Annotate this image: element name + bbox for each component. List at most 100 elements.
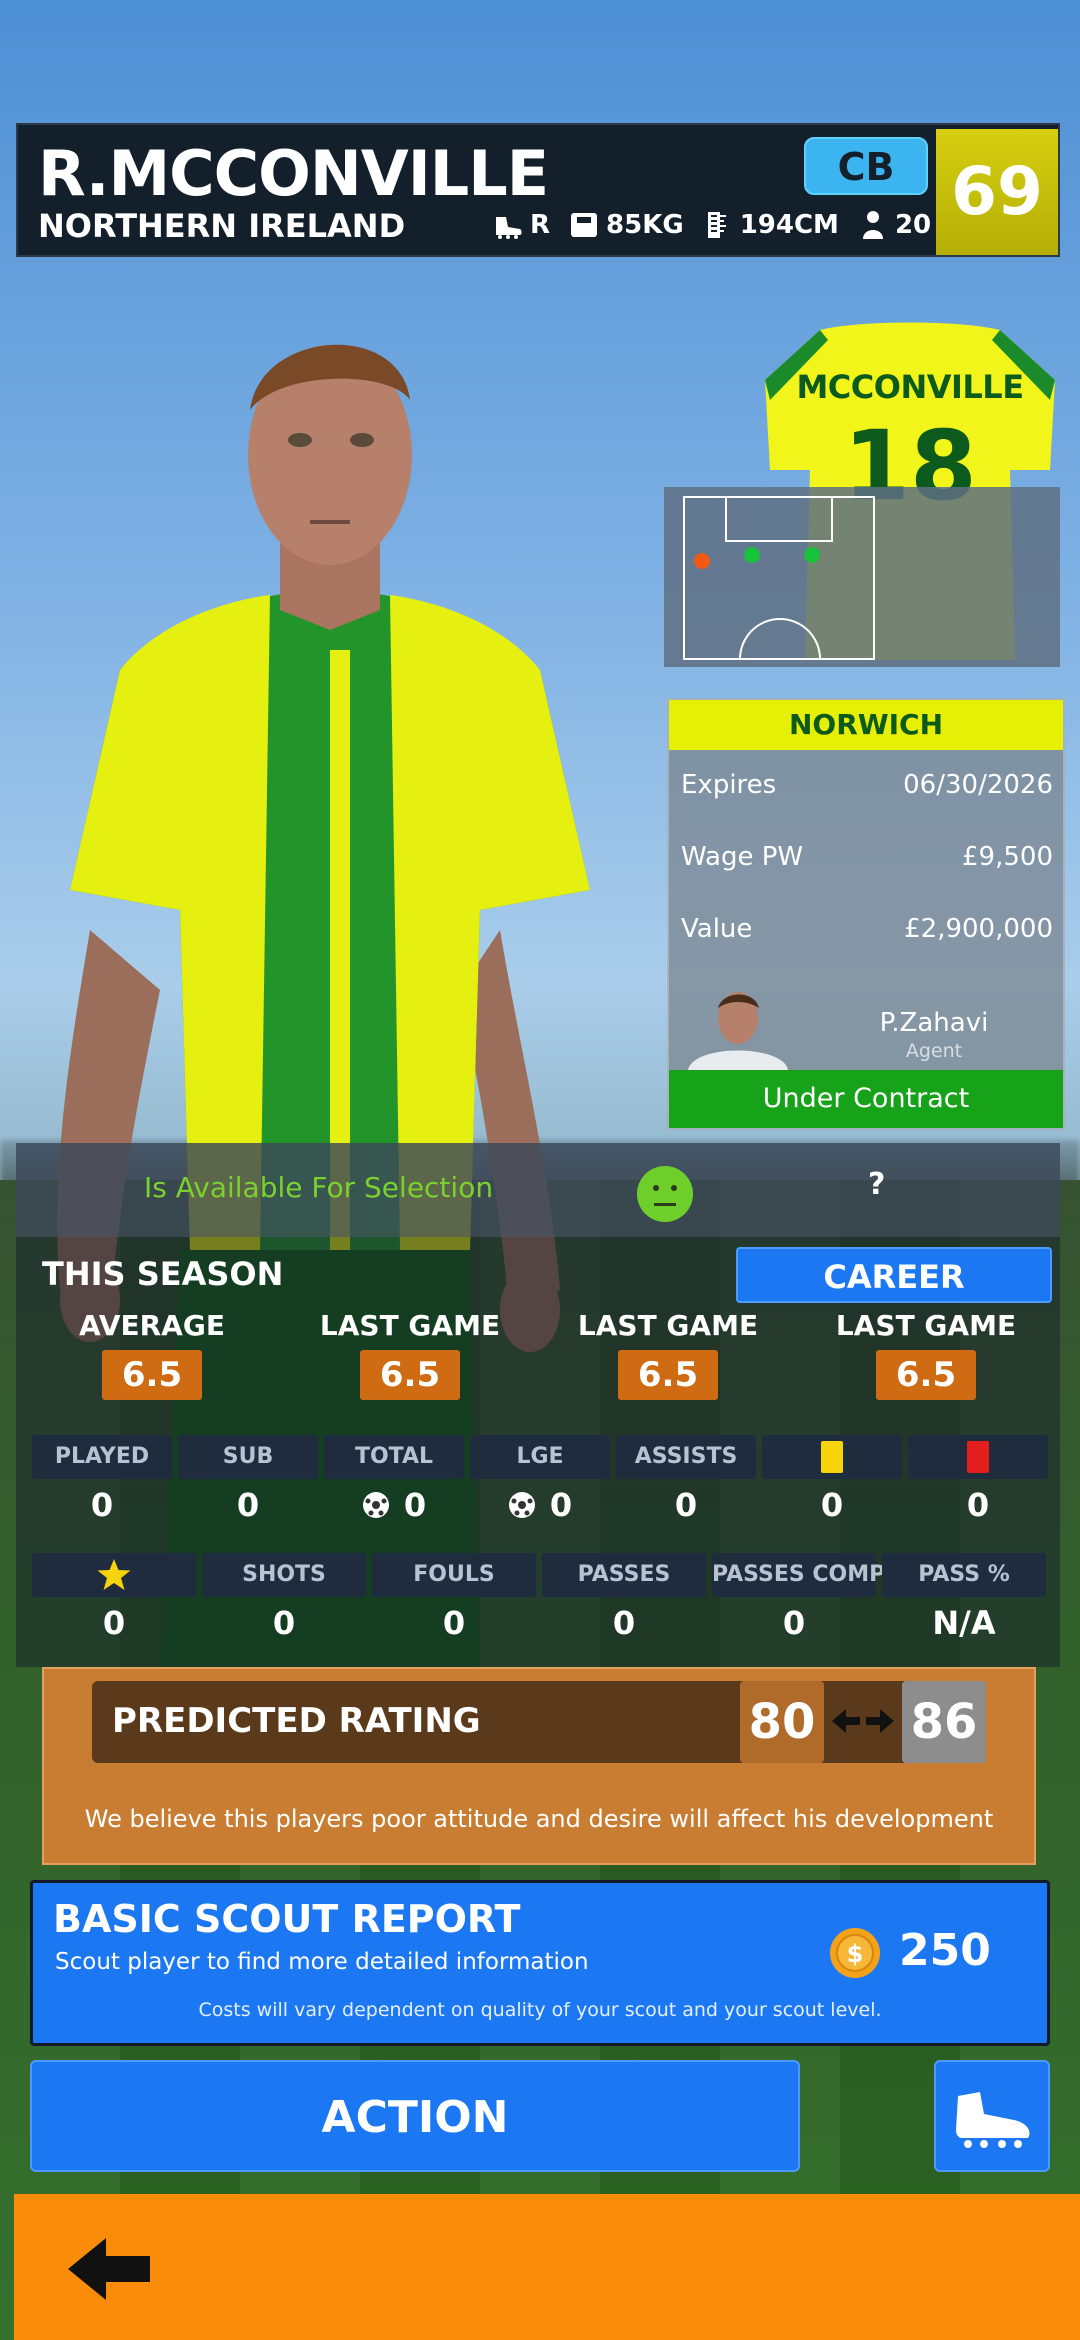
player-name: R.MCCONVILLE: [38, 137, 549, 210]
predicted-rating-low: 80: [740, 1681, 824, 1763]
stat-label: ASSISTS: [616, 1435, 756, 1479]
expires-value: 06/30/2026: [903, 770, 1053, 800]
stat-fouls: FOULS 0: [372, 1553, 536, 1643]
value-row: Value £2,900,000: [681, 914, 1053, 944]
stat-value: 0: [674, 1486, 698, 1524]
stat-value: 0: [612, 1604, 636, 1642]
stat-yellow-cards: 0: [762, 1435, 902, 1525]
stat-shots: SHOTS 0: [202, 1553, 366, 1643]
player-age: 20: [857, 209, 931, 241]
stat-label: PASS %: [882, 1553, 1046, 1597]
stat-played: PLAYED 0: [32, 1435, 172, 1525]
predicted-rating-title: PREDICTED RATING: [112, 1701, 481, 1741]
predicted-rating-bar: PREDICTED RATING 80 86: [92, 1681, 986, 1763]
stats-row-2: 0 SHOTS 0 FOULS 0 PASSES 0 PASSES COMP 0…: [32, 1553, 1046, 1643]
player-nationality: NORTHERN IRELAND: [38, 207, 406, 245]
stat-label: PASSES COMP: [712, 1553, 885, 1597]
wage-row: Wage PW £9,500: [681, 842, 1053, 872]
boots-button[interactable]: [934, 2060, 1050, 2172]
stat-value: 0: [236, 1486, 260, 1524]
rating-last-game: LAST GAME 6.5: [806, 1309, 1046, 1400]
stat-label: FOULS: [372, 1553, 536, 1597]
wage-label: Wage PW: [681, 842, 804, 872]
stat-value: 0: [403, 1486, 427, 1524]
swap-arrows-icon: [832, 1709, 894, 1733]
stat-label: SUB: [178, 1435, 318, 1479]
preferred-foot: R: [492, 209, 550, 241]
position-badge: CB: [804, 137, 928, 195]
stat-label: SHOTS: [202, 1553, 366, 1597]
contract-status-button[interactable]: Under Contract: [669, 1070, 1063, 1128]
scout-report-subtitle: Scout player to find more detailed infor…: [55, 1949, 589, 1975]
rating-value: 6.5: [876, 1350, 976, 1400]
stat-label: LGE: [470, 1435, 610, 1479]
preferred-foot-value: R: [530, 210, 551, 240]
boot-icon: [496, 217, 522, 239]
rating-label: LAST GAME: [835, 1309, 1017, 1342]
star-icon: [97, 1559, 131, 1590]
agent-role: Agent: [905, 1040, 963, 1062]
rating-average: AVERAGE 6.5: [32, 1309, 272, 1400]
ball-icon: [508, 1492, 535, 1518]
rating-value: 6.5: [618, 1350, 718, 1400]
overall-rating-badge: 69: [936, 129, 1058, 255]
position-map: [664, 487, 1060, 667]
stat-label-star: [32, 1553, 196, 1597]
rating-value: 6.5: [360, 1350, 460, 1400]
stat-label-red-card: [908, 1435, 1048, 1479]
position-dot-secondary: [694, 553, 710, 569]
bottom-navigation-bar: [14, 2194, 1080, 2340]
person-icon: [862, 211, 883, 239]
stats-row-1: PLAYED 0 SUB 0 TOTAL 0 LGE 0 ASSISTS 0 0…: [32, 1435, 1048, 1525]
stat-value: 0: [272, 1604, 296, 1642]
rating-last-game: LAST GAME 6.5: [290, 1309, 530, 1400]
player-height: 194CM: [702, 209, 839, 241]
player-weight: 85KG: [568, 209, 684, 241]
availability-bar: Is Available For Selection ?: [16, 1143, 1060, 1237]
stat-pass-percentage: PASS % N/A: [882, 1553, 1046, 1643]
stat-man-of-match: 0: [32, 1553, 196, 1643]
availability-text: Is Available For Selection: [144, 1171, 494, 1204]
stat-value: N/A: [932, 1604, 996, 1642]
scout-report-cost: 250: [899, 1925, 991, 1976]
career-button[interactable]: CAREER: [736, 1247, 1052, 1303]
shirt-name: MCCONVILLE: [796, 368, 1024, 406]
rating-label: LAST GAME: [577, 1309, 759, 1342]
rating-last-game: LAST GAME 6.5: [548, 1309, 788, 1400]
scout-report-button[interactable]: BASIC SCOUT REPORT Scout player to find …: [30, 1880, 1050, 2046]
yellow-card-icon: [821, 1441, 843, 1473]
stat-value: 0: [966, 1486, 990, 1524]
weight-icon: [571, 213, 598, 237]
stat-assists: ASSISTS 0: [616, 1435, 756, 1525]
rating-label: AVERAGE: [79, 1309, 225, 1342]
position-dot-primary: [804, 547, 820, 563]
stat-value: 0: [782, 1604, 806, 1642]
contract-expires-row: Expires 06/30/2026: [681, 770, 1053, 800]
stat-value: 0: [442, 1604, 466, 1642]
boot-icon: [956, 2092, 1030, 2148]
stat-label: PASSES: [542, 1553, 706, 1597]
stat-league-goals: LGE 0: [470, 1435, 610, 1525]
red-card-icon: [967, 1441, 989, 1473]
stat-passes: PASSES 0: [542, 1553, 706, 1643]
stat-value: 0: [549, 1486, 573, 1524]
position-map-pitch: [683, 496, 875, 660]
wage-value: £9,500: [962, 842, 1053, 872]
availability-unknown: ?: [868, 1167, 886, 1202]
stat-total-goals: TOTAL 0: [324, 1435, 464, 1525]
svg-text:$: $: [847, 1940, 864, 1968]
scout-cost-note: Costs will vary dependent on quality of …: [198, 1999, 882, 2021]
action-button[interactable]: ACTION: [30, 2060, 800, 2172]
season-stats-panel: THIS SEASON CAREER AVERAGE 6.5 LAST GAME…: [16, 1237, 1060, 1667]
ball-icon: [362, 1492, 389, 1518]
stat-red-cards: 0: [908, 1435, 1048, 1525]
back-arrow-icon[interactable]: [64, 2234, 156, 2304]
stat-label: PLAYED: [32, 1435, 172, 1479]
scout-report-title: BASIC SCOUT REPORT: [53, 1897, 521, 1941]
club-name: NORWICH: [669, 700, 1063, 750]
predicted-rating-panel: PREDICTED RATING 80 86 We believe this p…: [42, 1667, 1036, 1865]
player-attributes: R 85KG 194CM 20: [492, 205, 931, 245]
season-title: THIS SEASON: [42, 1255, 284, 1293]
predicted-rating-high: 86: [902, 1681, 986, 1763]
stat-value: 0: [820, 1486, 844, 1524]
